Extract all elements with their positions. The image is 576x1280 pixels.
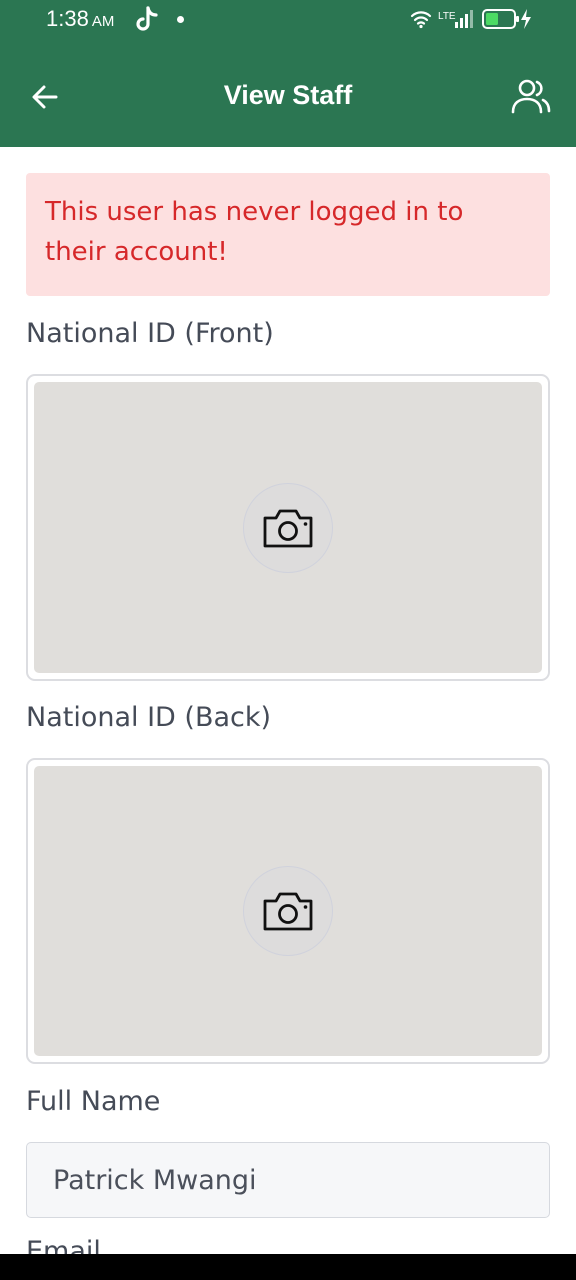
- camera-icon: [263, 509, 313, 547]
- system-navigation-bar: [0, 1254, 576, 1280]
- wifi-icon: [410, 11, 432, 29]
- staff-list-button[interactable]: [504, 74, 558, 120]
- signal-icon: [455, 10, 473, 28]
- status-time: 1:38 AM: [46, 6, 114, 32]
- status-bar: 1:38 AM LTE: [0, 0, 576, 40]
- battery-charging-icon: [482, 9, 531, 29]
- national-id-back-upload[interactable]: [26, 758, 550, 1064]
- tiktok-icon: [136, 6, 158, 31]
- national-id-back-placeholder: [34, 766, 542, 1056]
- camera-icon: [263, 892, 313, 931]
- national-id-front-placeholder: [34, 382, 542, 673]
- users-icon: [511, 79, 551, 114]
- full-name-value: Patrick Mwangi: [53, 1164, 257, 1196]
- status-time-value: 1:38: [46, 6, 89, 31]
- notification-dot-icon: [177, 16, 184, 23]
- camera-button-back[interactable]: [243, 866, 333, 956]
- full-name-label: Full Name: [26, 1086, 161, 1117]
- camera-button-front[interactable]: [243, 482, 333, 573]
- page-title: View Staff: [223, 80, 353, 110]
- status-time-ampm: AM: [91, 13, 115, 30]
- national-id-back-label: National ID (Back): [26, 702, 272, 733]
- full-name-field[interactable]: Patrick Mwangi: [26, 1142, 550, 1218]
- never-logged-in-alert: This user has never logged in to their a…: [26, 173, 550, 296]
- network-type-label: LTE: [438, 11, 456, 22]
- national-id-front-label: National ID (Front): [26, 318, 274, 349]
- alert-message: This user has never logged in to their a…: [45, 197, 464, 267]
- national-id-front-upload[interactable]: [26, 374, 550, 681]
- app-bar: View Staff: [0, 40, 576, 147]
